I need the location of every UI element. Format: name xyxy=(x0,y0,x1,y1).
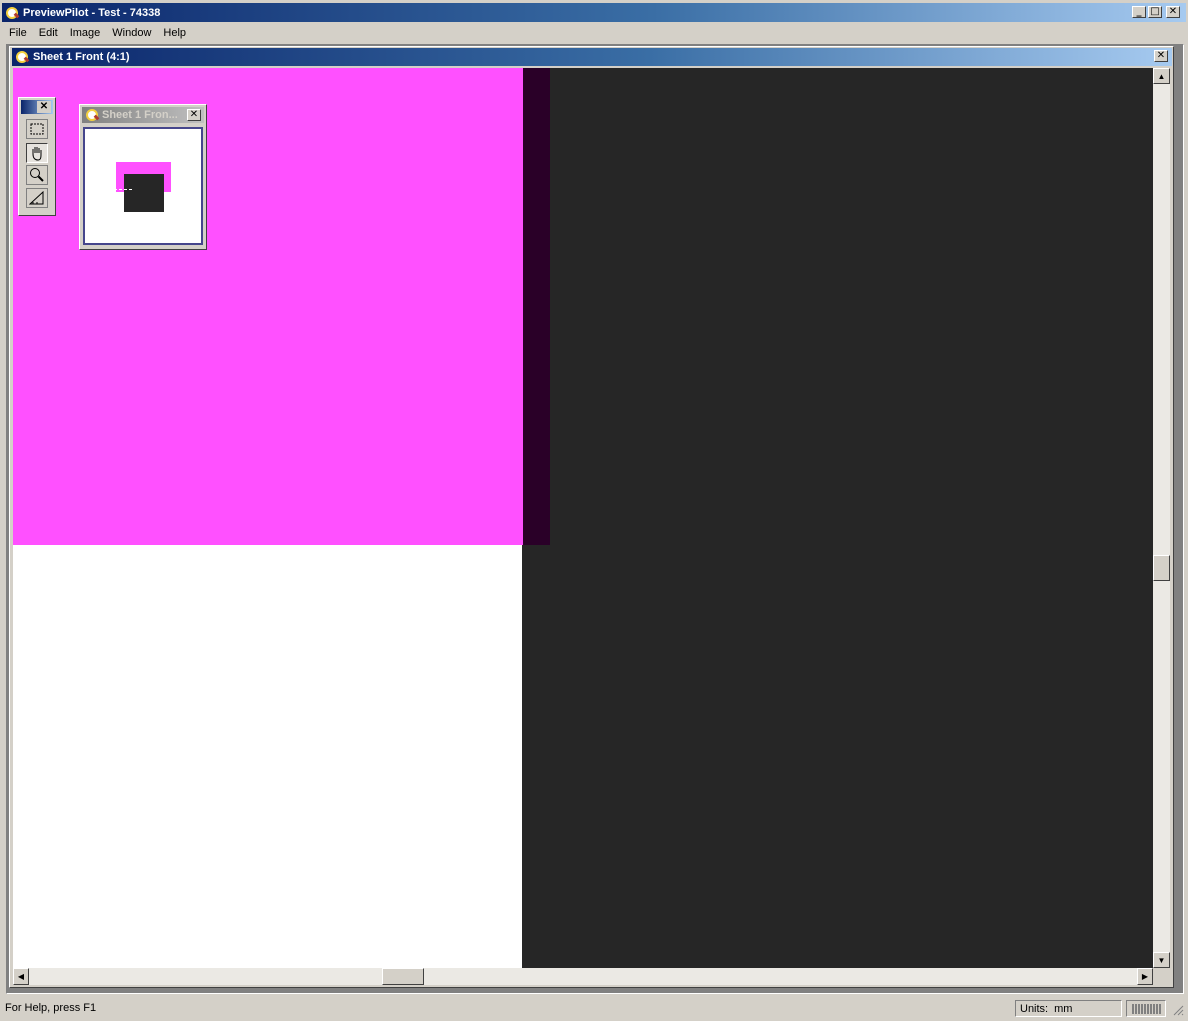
measure-icon[interactable] xyxy=(26,188,48,208)
units-label: Units: xyxy=(1020,1002,1049,1015)
dark-edge-strip xyxy=(523,68,550,545)
menu-bar: File Edit Image Window Help xyxy=(0,24,1188,41)
menu-help[interactable]: Help xyxy=(163,27,186,39)
toolbox-palette: ✕ xyxy=(18,97,56,216)
close-button[interactable]: ✕ xyxy=(1166,6,1180,18)
progress-indicator xyxy=(1126,1000,1166,1017)
scroll-left-button[interactable]: ◀ xyxy=(13,968,29,985)
document-close-button[interactable]: ✕ xyxy=(1154,50,1168,62)
hand-pan-icon[interactable] xyxy=(26,143,48,163)
select-rect-icon[interactable] xyxy=(26,119,48,139)
app-title: PreviewPilot - Test - 74338 xyxy=(23,6,161,19)
vertical-scroll-thumb[interactable] xyxy=(1153,555,1170,581)
units-value: mm xyxy=(1054,1002,1073,1015)
navigator-icon xyxy=(85,108,100,122)
viewport-marker[interactable] xyxy=(114,189,132,196)
horizontal-scrollbar[interactable]: ◀ ▶ xyxy=(13,968,1153,985)
navigator-close-button[interactable]: ✕ xyxy=(187,109,201,121)
horizontal-scroll-thumb[interactable] xyxy=(382,968,424,985)
vertical-scrollbar[interactable]: ▲ ▼ xyxy=(1153,68,1170,968)
menu-file[interactable]: File xyxy=(9,27,27,39)
document-title: Sheet 1 Front (4:1) xyxy=(33,51,130,63)
status-bar: For Help, press F1 Units: mm xyxy=(0,998,1188,1021)
toolbox-close-icon[interactable]: ✕ xyxy=(37,101,51,113)
menu-window[interactable]: Window xyxy=(112,27,151,39)
document-title-bar: Sheet 1 Front (4:1) xyxy=(12,48,1172,66)
menu-edit[interactable]: Edit xyxy=(39,27,58,39)
status-help-text: For Help, press F1 xyxy=(5,1002,97,1014)
white-region xyxy=(13,545,522,968)
app-title-bar: PreviewPilot - Test - 74338 xyxy=(2,3,1186,22)
minimize-button[interactable]: _ xyxy=(1132,6,1146,18)
document-icon xyxy=(15,50,30,64)
scroll-up-button[interactable]: ▲ xyxy=(1153,68,1170,84)
resize-grip-icon[interactable] xyxy=(1172,1004,1184,1016)
scroll-down-button[interactable]: ▼ xyxy=(1153,952,1170,968)
units-field: Units: mm xyxy=(1015,1000,1122,1017)
navigator-panel: Sheet 1 Fron... ✕ xyxy=(79,104,207,250)
maximize-button[interactable]: □ xyxy=(1148,6,1162,18)
menu-image[interactable]: Image xyxy=(70,27,101,39)
zoom-icon[interactable] xyxy=(26,165,48,185)
navigator-title: Sheet 1 Fron... xyxy=(102,109,178,121)
scroll-right-button[interactable]: ▶ xyxy=(1137,968,1153,985)
navigator-title-bar[interactable]: Sheet 1 Fron... xyxy=(82,107,204,123)
navigator-preview[interactable] xyxy=(83,127,203,245)
scroll-corner xyxy=(1153,968,1170,985)
magnifier-icon[interactable] xyxy=(5,6,20,20)
